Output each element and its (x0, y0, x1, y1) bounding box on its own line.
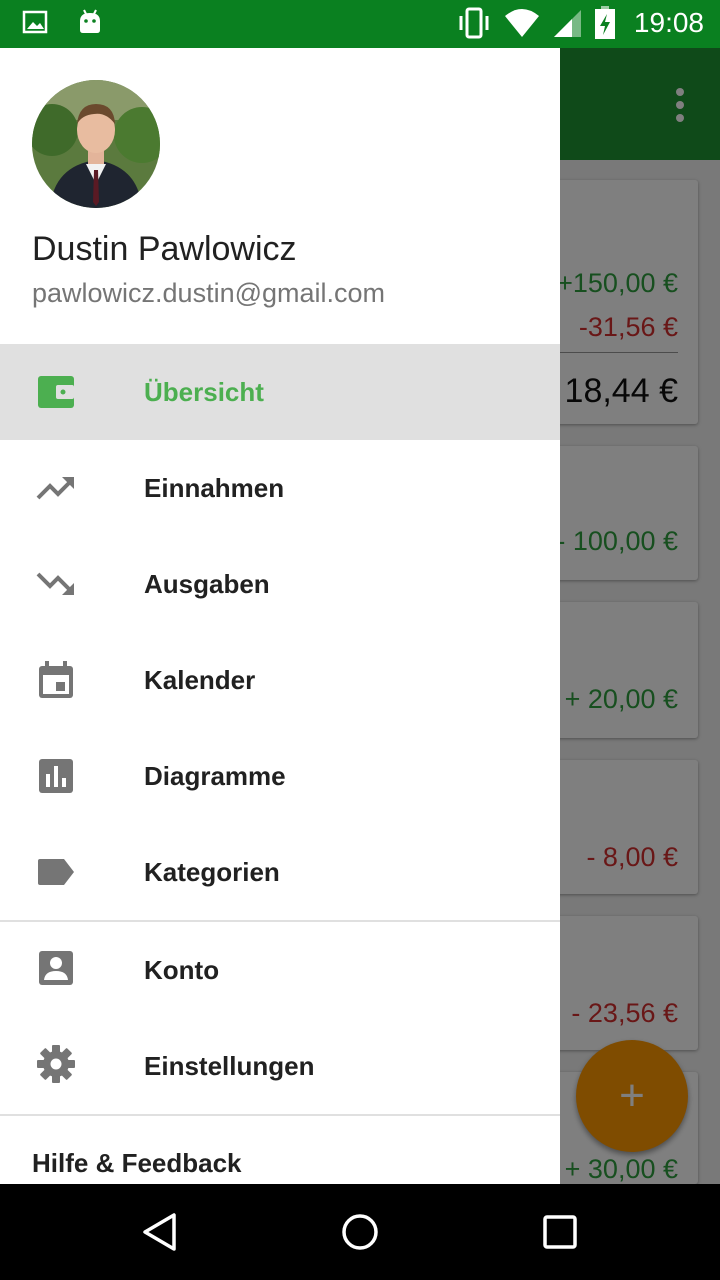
navigation-drawer: Dustin Pawlowicz pawlowicz.dustin@gmail.… (0, 48, 560, 1184)
settings-gear-icon (37, 1045, 75, 1083)
nav-item-kategorien[interactable]: Kategorien (0, 824, 560, 920)
nav-label: Diagramme (144, 761, 286, 791)
wifi-icon (504, 9, 539, 37)
help-feedback-item[interactable]: Hilfe & Feedback (32, 1148, 242, 1179)
battery-charging-icon (594, 6, 615, 39)
user-email: pawlowicz.dustin@gmail.com (32, 278, 386, 308)
status-time: 19:08 (633, 7, 704, 38)
bar-chart-icon (39, 759, 73, 793)
status-bar: 19:08 (0, 0, 720, 48)
trending-up-icon (36, 477, 74, 500)
nav-label: Ausgaben (144, 569, 270, 599)
home-icon[interactable] (340, 1212, 380, 1252)
drawer-divider (0, 1114, 560, 1116)
nav-item-ausgaben[interactable]: Ausgaben (0, 536, 560, 632)
app-screen: 19:08 +150,00 € -31,56 € 18,44 € - 100,0… (0, 0, 720, 1280)
wallet-icon (38, 376, 74, 408)
nav-item-einstellungen[interactable]: Einstellungen (0, 1018, 560, 1114)
calendar-icon (39, 661, 73, 698)
nav-label: Kategorien (144, 857, 280, 887)
signal-icon (553, 10, 581, 37)
account-box-icon (39, 951, 73, 985)
nav-item-uebersicht[interactable]: Übersicht (0, 344, 560, 440)
avatar[interactable] (32, 80, 160, 208)
nav-item-diagramme[interactable]: Diagramme (0, 728, 560, 824)
recents-icon[interactable] (540, 1212, 580, 1252)
nav-label: Einnahmen (144, 473, 285, 503)
nav-label: Kalender (144, 665, 256, 695)
system-navigation-bar (0, 1184, 720, 1280)
nav-label: Einstellungen (144, 1051, 315, 1081)
android-icon (80, 9, 100, 33)
back-icon[interactable] (140, 1212, 180, 1252)
trending-down-icon (36, 572, 74, 595)
image-icon (22, 10, 48, 34)
vibrate-icon (459, 7, 489, 39)
label-tag-icon (38, 859, 74, 885)
nav-label: Konto (144, 955, 220, 985)
user-name: Dustin Pawlowicz (32, 230, 297, 268)
nav-item-einnahmen[interactable]: Einnahmen (0, 440, 560, 536)
nav-item-kalender[interactable]: Kalender (0, 632, 560, 728)
nav-item-konto[interactable]: Konto (0, 922, 560, 1018)
nav-label: Übersicht (144, 377, 264, 407)
